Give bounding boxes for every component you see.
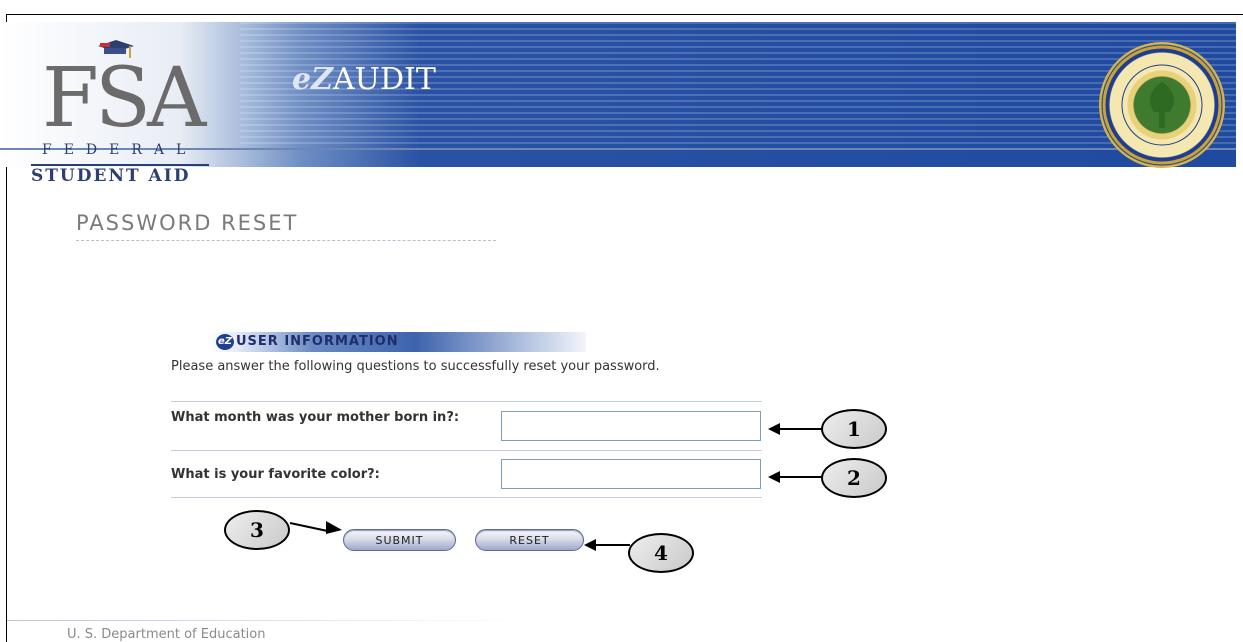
instructions-text: Please answer the following questions to… xyxy=(171,359,660,374)
submit-button[interactable]: SUBMIT xyxy=(343,529,456,551)
fsa-student-aid-text: STUDENT AID xyxy=(31,164,209,186)
callout-3: 3 xyxy=(224,510,290,550)
fsa-logo: FSA FEDERAL STUDENT AID xyxy=(31,38,212,186)
callout-4-arrow xyxy=(594,544,630,546)
ezaudit-logo: eZAUDIT xyxy=(292,62,436,97)
callout-4: 4 xyxy=(628,533,694,573)
callout-1: 1 xyxy=(821,409,887,449)
footer-divider xyxy=(7,620,527,621)
callout-1-arrow xyxy=(778,428,822,430)
ez-prefix: eZ xyxy=(292,62,333,97)
callout-2: 2 xyxy=(821,458,887,498)
callout-2-arrow xyxy=(778,476,822,478)
reset-button[interactable]: RESET xyxy=(475,529,584,551)
ez-icon: eZ xyxy=(216,334,234,350)
callout-3-arrowhead xyxy=(326,521,342,534)
mother-month-input[interactable] xyxy=(501,411,761,441)
seal-ring-icon xyxy=(1102,45,1222,165)
page-title: PASSWORD RESET xyxy=(76,211,299,235)
favorite-color-input[interactable] xyxy=(501,459,761,489)
title-divider xyxy=(76,240,496,241)
audit-text: AUDIT xyxy=(333,62,436,97)
row-divider xyxy=(171,401,762,402)
row-divider xyxy=(171,450,762,451)
question-label-favorite-color: What is your favorite color?: xyxy=(171,467,380,482)
fsa-letters: FSA xyxy=(42,51,206,146)
fsa-federal-text: FEDERAL xyxy=(42,142,198,158)
footer-text: U. S. Department of Education xyxy=(67,627,266,642)
question-label-mother-month: What month was your mother born in?: xyxy=(171,410,460,425)
row-divider xyxy=(171,497,762,498)
section-title: USER INFORMATION xyxy=(236,334,399,349)
